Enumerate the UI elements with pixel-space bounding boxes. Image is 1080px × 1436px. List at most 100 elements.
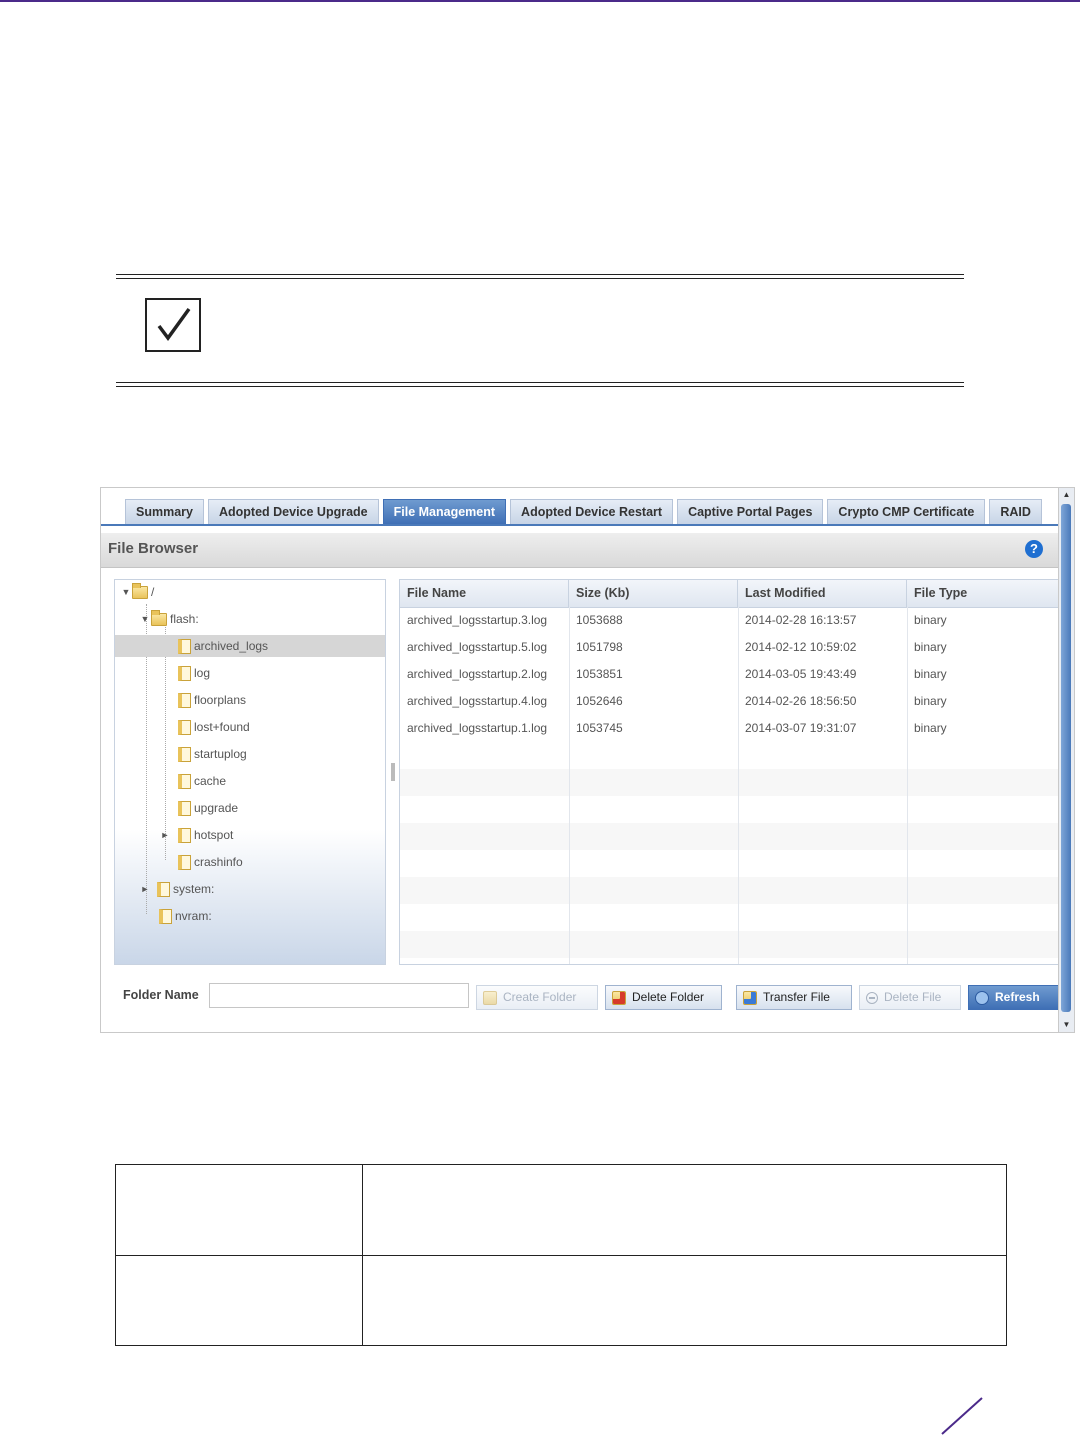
- cell-file-name: archived_logsstartup.4.log: [407, 694, 548, 708]
- column-header-last-modified[interactable]: Last Modified: [738, 580, 907, 607]
- tree-node-lost-found[interactable]: lost+found: [178, 716, 250, 738]
- table-row[interactable]: archived_logsstartup.1.log 1053745 2014-…: [400, 715, 1058, 742]
- table-row: [116, 1255, 1006, 1346]
- cell-last-modified: 2014-02-26 18:56:50: [745, 694, 857, 708]
- column-header-file-name[interactable]: File Name: [400, 580, 569, 607]
- checkmark-icon: [145, 298, 201, 352]
- tab-adopted-device-restart[interactable]: Adopted Device Restart: [510, 499, 674, 524]
- tree-node-flash[interactable]: ▼ flash:: [139, 608, 199, 630]
- column-divider: [907, 607, 908, 964]
- top-rule: [0, 0, 1080, 2]
- cell-size: 1053745: [576, 721, 623, 735]
- empty-row-stripe: [400, 823, 1058, 850]
- tree-node-root[interactable]: ▼ /: [120, 581, 154, 603]
- refresh-icon: [975, 990, 989, 1005]
- collapse-arrow-icon[interactable]: ▼: [120, 581, 132, 603]
- file-management-panel: Summary Adopted Device Upgrade File Mana…: [100, 487, 1075, 1033]
- cell-last-modified: 2014-03-07 19:31:07: [745, 721, 857, 735]
- tree-node-label: archived_logs: [194, 639, 269, 653]
- tree-node-log[interactable]: log: [178, 662, 210, 684]
- empty-row-stripe: [400, 769, 1058, 796]
- file-browser-header: File Browser ?: [101, 533, 1059, 568]
- cell-file-type: binary: [914, 694, 947, 708]
- delete-file-button[interactable]: Delete File: [859, 985, 961, 1010]
- expand-arrow-icon[interactable]: ►: [159, 824, 171, 846]
- tree-node-nvram[interactable]: nvram:: [159, 905, 212, 927]
- table-row: [116, 1165, 1006, 1255]
- transfer-file-label: Transfer File: [763, 990, 830, 1004]
- tree-node-hotspot[interactable]: ► hotspot: [159, 824, 233, 846]
- folder-icon: [178, 773, 191, 789]
- folder-tree: ▼ / ▼ flash: archived_logs log floorplan…: [114, 579, 386, 965]
- create-folder-button[interactable]: Create Folder: [476, 985, 598, 1010]
- expand-arrow-icon[interactable]: ►: [139, 878, 151, 900]
- refresh-label: Refresh: [995, 990, 1040, 1004]
- table-row[interactable]: archived_logsstartup.2.log 1053851 2014-…: [400, 661, 1058, 688]
- tree-node-startuplog[interactable]: startuplog: [178, 743, 247, 765]
- tree-node-cache[interactable]: cache: [178, 770, 226, 792]
- tab-strip: Summary Adopted Device Upgrade File Mana…: [125, 499, 1042, 524]
- cell-file-type: binary: [914, 613, 947, 627]
- column-header-size[interactable]: Size (Kb): [569, 580, 738, 607]
- note-rule-bottom-inner: [116, 382, 964, 383]
- delete-folder-label: Delete Folder: [632, 990, 705, 1004]
- tree-node-label: cache: [194, 774, 227, 788]
- tab-captive-portal-pages[interactable]: Captive Portal Pages: [677, 499, 824, 524]
- column-header-file-type[interactable]: File Type: [907, 580, 1058, 607]
- tab-file-management[interactable]: File Management: [382, 499, 507, 524]
- tree-node-crashinfo[interactable]: crashinfo: [178, 851, 243, 873]
- tree-node-label: startuplog: [194, 747, 247, 761]
- tree-node-floorplans[interactable]: floorplans: [178, 689, 246, 711]
- collapse-arrow-icon[interactable]: ▼: [139, 608, 151, 630]
- cell-file-type: binary: [914, 640, 947, 654]
- tab-strip-underline: [101, 524, 1059, 526]
- transfer-file-button[interactable]: Transfer File: [736, 985, 852, 1010]
- tree-node-label: hotspot: [194, 828, 234, 842]
- tree-node-upgrade[interactable]: upgrade: [178, 797, 238, 819]
- pane-splitter-handle[interactable]: [391, 763, 395, 781]
- tab-summary[interactable]: Summary: [125, 499, 204, 524]
- cell-file-type: binary: [914, 721, 947, 735]
- tab-raid[interactable]: RAID: [989, 499, 1042, 524]
- cell-file-type: binary: [914, 667, 947, 681]
- cell-file-name: archived_logsstartup.1.log: [407, 721, 548, 735]
- scroll-down-arrow-icon[interactable]: ▼: [1059, 1018, 1074, 1032]
- table-row[interactable]: archived_logsstartup.4.log 1052646 2014-…: [400, 688, 1058, 715]
- tree-node-label: lost+found: [194, 720, 250, 734]
- folder-icon: [178, 854, 191, 870]
- folder-icon: [178, 719, 191, 735]
- scroll-up-arrow-icon[interactable]: ▲: [1059, 488, 1074, 502]
- cell-size: 1052646: [576, 694, 623, 708]
- cell-file-name: archived_logsstartup.5.log: [407, 640, 548, 654]
- table-row[interactable]: archived_logsstartup.3.log 1053688 2014-…: [400, 607, 1058, 634]
- page-corner-slash-icon: [941, 1397, 983, 1435]
- tree-node-archived-logs[interactable]: archived_logs: [115, 635, 385, 657]
- folder-icon: [178, 827, 191, 843]
- scrollbar-thumb[interactable]: [1061, 504, 1071, 1012]
- tree-node-label: upgrade: [194, 801, 239, 815]
- refresh-button[interactable]: Refresh: [968, 985, 1060, 1010]
- folder-icon: [178, 746, 191, 762]
- cell-last-modified: 2014-02-28 16:13:57: [745, 613, 857, 627]
- delete-folder-button[interactable]: Delete Folder: [605, 985, 722, 1010]
- help-icon[interactable]: ?: [1025, 540, 1043, 558]
- folder-icon: [178, 665, 191, 681]
- empty-row-stripe: [400, 931, 1058, 958]
- tree-node-system[interactable]: ► system:: [139, 878, 214, 900]
- tab-adopted-device-upgrade[interactable]: Adopted Device Upgrade: [207, 499, 379, 524]
- folder-add-icon: [483, 990, 497, 1005]
- table-row[interactable]: archived_logsstartup.5.log 1051798 2014-…: [400, 634, 1058, 661]
- grid-header: File Name Size (Kb) Last Modified File T…: [400, 580, 1058, 608]
- tree-node-label: /: [151, 585, 155, 599]
- folder-name-label: Folder Name: [123, 988, 199, 1002]
- file-browser-title: File Browser: [108, 540, 199, 557]
- minus-circle-icon: [866, 991, 878, 1004]
- cell-file-name: archived_logsstartup.2.log: [407, 667, 548, 681]
- folder-name-input[interactable]: [209, 983, 469, 1008]
- cell-size: 1051798: [576, 640, 623, 654]
- vertical-scrollbar[interactable]: ▲ ▼: [1058, 488, 1074, 1032]
- description-table: [115, 1164, 1007, 1346]
- tab-crypto-cmp-certificate[interactable]: Crypto CMP Certificate: [827, 499, 986, 524]
- tree-node-label: crashinfo: [194, 855, 243, 869]
- create-folder-label: Create Folder: [503, 990, 577, 1004]
